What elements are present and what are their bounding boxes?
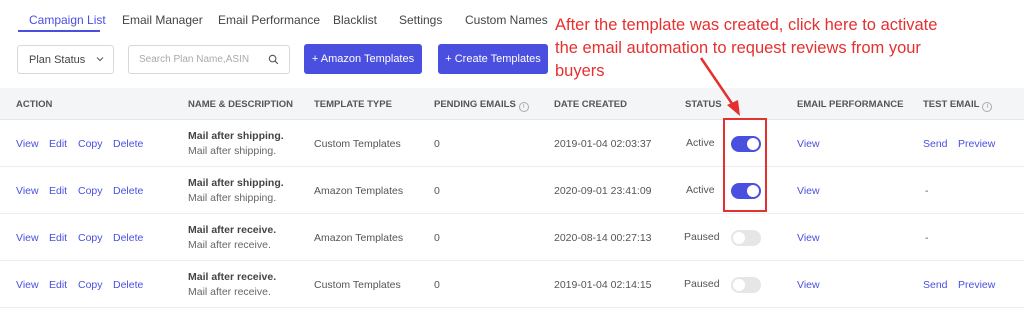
campaign-name: Mail after receive. Mail after receive. bbox=[188, 224, 276, 251]
tab-email-manager[interactable]: Email Manager bbox=[122, 13, 203, 27]
send-link[interactable]: Send bbox=[923, 279, 948, 291]
status-text: Paused bbox=[684, 278, 720, 290]
search-input[interactable] bbox=[139, 54, 264, 65]
edit-link[interactable]: Edit bbox=[49, 232, 67, 244]
pending-emails: 0 bbox=[434, 138, 440, 150]
status-text: Active bbox=[686, 184, 715, 196]
template-type: Custom Templates bbox=[314, 279, 401, 291]
tab-custom-names[interactable]: Custom Names bbox=[465, 13, 548, 27]
send-link[interactable]: Send bbox=[923, 138, 948, 150]
campaign-description: Mail after shipping. bbox=[188, 145, 277, 157]
date-created: 2020-09-01 23:41:09 bbox=[554, 185, 652, 197]
toggle-knob bbox=[733, 232, 745, 244]
create-templates-button[interactable]: + Create Templates bbox=[438, 44, 548, 74]
status-toggle[interactable] bbox=[731, 277, 761, 293]
plan-status-select[interactable]: Plan Status bbox=[17, 45, 114, 74]
header-test-email-label: TEST EMAIL bbox=[923, 99, 980, 110]
copy-link[interactable]: Copy bbox=[78, 232, 103, 244]
test-email-empty: - bbox=[925, 185, 929, 197]
annotation-text: After the template was created, click he… bbox=[555, 14, 1020, 83]
header-action: ACTION bbox=[16, 99, 53, 110]
edit-link[interactable]: Edit bbox=[49, 138, 67, 150]
view-link[interactable]: View bbox=[16, 138, 39, 150]
info-icon[interactable]: i bbox=[518, 102, 529, 112]
chevron-down-icon bbox=[96, 57, 104, 62]
header-performance: EMAIL PERFORMANCE bbox=[797, 99, 904, 110]
campaign-description: Mail after receive. bbox=[188, 239, 271, 251]
tab-settings[interactable]: Settings bbox=[399, 13, 442, 27]
annotation-line: buyers bbox=[555, 62, 605, 80]
toggle-knob bbox=[733, 279, 745, 291]
table-row: View Edit Copy Delete Mail after receive… bbox=[0, 261, 1024, 308]
pending-emails: 0 bbox=[434, 185, 440, 197]
amazon-templates-button[interactable]: + Amazon Templates bbox=[304, 44, 422, 74]
highlight-box bbox=[723, 118, 767, 212]
campaign-name: Mail after receive. Mail after receive. bbox=[188, 271, 276, 298]
preview-link[interactable]: Preview bbox=[958, 138, 995, 150]
campaign-description: Mail after receive. bbox=[188, 286, 271, 298]
template-type: Amazon Templates bbox=[314, 232, 404, 244]
search-box bbox=[128, 45, 290, 74]
campaign-name: Mail after shipping. Mail after shipping… bbox=[188, 130, 284, 157]
template-type: Custom Templates bbox=[314, 138, 401, 150]
annotation-line: the email automation to request reviews … bbox=[555, 39, 921, 57]
header-pending: PENDING EMAILS i bbox=[434, 99, 529, 112]
delete-link[interactable]: Delete bbox=[113, 232, 143, 244]
annotation-line: After the template was created, click he… bbox=[555, 16, 938, 34]
header-test-email: TEST EMAIL i bbox=[923, 99, 993, 112]
campaign-name: Mail after shipping. Mail after shipping… bbox=[188, 177, 284, 204]
search-icon[interactable] bbox=[268, 54, 279, 65]
status-text: Active bbox=[686, 137, 715, 149]
header-date-created: DATE CREATED bbox=[554, 99, 628, 110]
plan-status-label: Plan Status bbox=[29, 54, 86, 66]
copy-link[interactable]: Copy bbox=[78, 138, 103, 150]
annotation-arrow-icon bbox=[699, 57, 740, 116]
tab-campaign-list[interactable]: Campaign List bbox=[29, 13, 106, 27]
info-icon[interactable]: i bbox=[982, 102, 993, 112]
delete-link[interactable]: Delete bbox=[113, 138, 143, 150]
pending-emails: 0 bbox=[434, 279, 440, 291]
status-text: Paused bbox=[684, 231, 720, 243]
performance-view-link[interactable]: View bbox=[797, 232, 820, 244]
performance-view-link[interactable]: View bbox=[797, 185, 820, 197]
campaign-title: Mail after shipping. bbox=[188, 177, 284, 189]
view-link[interactable]: View bbox=[16, 279, 39, 291]
campaign-title: Mail after shipping. bbox=[188, 130, 284, 142]
table-header: ACTION NAME & DESCRIPTION TEMPLATE TYPE … bbox=[0, 88, 1024, 120]
status-toggle[interactable] bbox=[731, 230, 761, 246]
delete-link[interactable]: Delete bbox=[113, 279, 143, 291]
delete-link[interactable]: Delete bbox=[113, 185, 143, 197]
header-name: NAME & DESCRIPTION bbox=[188, 99, 294, 110]
date-created: 2019-01-04 02:03:37 bbox=[554, 138, 652, 150]
table-row: View Edit Copy Delete Mail after receive… bbox=[0, 214, 1024, 261]
header-template-type: TEMPLATE TYPE bbox=[314, 99, 392, 110]
pending-emails: 0 bbox=[434, 232, 440, 244]
view-link[interactable]: View bbox=[16, 232, 39, 244]
header-pending-label: PENDING EMAILS bbox=[434, 99, 516, 110]
copy-link[interactable]: Copy bbox=[78, 279, 103, 291]
copy-link[interactable]: Copy bbox=[78, 185, 103, 197]
table-row: View Edit Copy Delete Mail after shippin… bbox=[0, 167, 1024, 214]
campaign-description: Mail after shipping. bbox=[188, 192, 277, 204]
edit-link[interactable]: Edit bbox=[49, 279, 67, 291]
view-link[interactable]: View bbox=[16, 185, 39, 197]
campaign-title: Mail after receive. bbox=[188, 224, 277, 236]
template-type: Amazon Templates bbox=[314, 185, 404, 197]
table-row: View Edit Copy Delete Mail after shippin… bbox=[0, 120, 1024, 167]
edit-link[interactable]: Edit bbox=[49, 185, 67, 197]
date-created: 2020-08-14 00:27:13 bbox=[554, 232, 652, 244]
tab-email-performance[interactable]: Email Performance bbox=[218, 13, 320, 27]
active-tab-indicator bbox=[18, 30, 100, 32]
preview-link[interactable]: Preview bbox=[958, 279, 995, 291]
performance-view-link[interactable]: View bbox=[797, 279, 820, 291]
tab-blacklist[interactable]: Blacklist bbox=[333, 13, 377, 27]
date-created: 2019-01-04 02:14:15 bbox=[554, 279, 652, 291]
test-email-empty: - bbox=[925, 232, 929, 244]
campaign-title: Mail after receive. bbox=[188, 271, 277, 283]
performance-view-link[interactable]: View bbox=[797, 138, 820, 150]
